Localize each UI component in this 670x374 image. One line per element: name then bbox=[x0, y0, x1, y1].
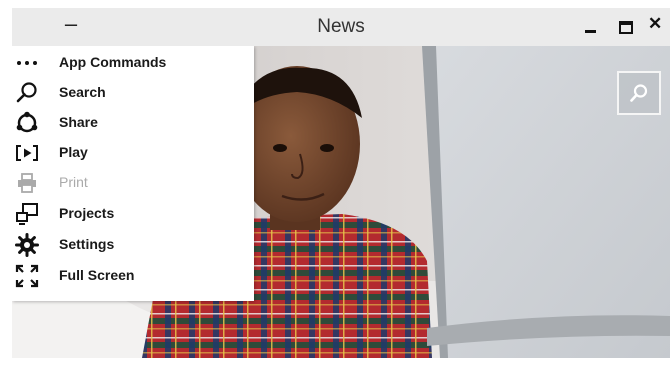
menu-item-label: Search bbox=[59, 84, 106, 100]
menu-item-label: Settings bbox=[59, 236, 115, 252]
share-icon bbox=[16, 111, 38, 133]
window-title: News bbox=[317, 16, 365, 37]
menu-item-label: Play bbox=[59, 144, 88, 160]
title-bar: – News ✕ bbox=[12, 8, 670, 46]
minimize-button[interactable] bbox=[578, 11, 604, 41]
menu-item-label: App Commands bbox=[59, 54, 167, 70]
menu-item-search[interactable]: Search bbox=[12, 78, 254, 108]
search-icon bbox=[630, 84, 648, 102]
menu-item-label: Print bbox=[59, 174, 88, 190]
projects-icon bbox=[16, 203, 38, 225]
article-content: App Commands Search Share Play Print Pro… bbox=[12, 46, 670, 358]
play-icon bbox=[16, 145, 38, 161]
search-button[interactable] bbox=[617, 71, 661, 115]
fullscreen-icon bbox=[15, 264, 39, 288]
gear-icon bbox=[15, 233, 39, 257]
more-dots-icon bbox=[17, 61, 37, 65]
menu-item-full-screen[interactable]: Full Screen bbox=[12, 261, 254, 291]
menu-item-projects[interactable]: Projects bbox=[12, 199, 254, 229]
menu-item-label: Full Screen bbox=[59, 267, 135, 283]
app-bar-menu: App Commands Search Share Play Print Pro… bbox=[12, 46, 254, 301]
menu-item-app-commands[interactable]: App Commands bbox=[12, 48, 254, 78]
close-icon: ✕ bbox=[648, 14, 663, 33]
news-app-window: – News ✕ App Commands Search Share Play … bbox=[12, 8, 670, 358]
menu-item-play[interactable]: Play bbox=[12, 138, 254, 168]
menu-item-label: Projects bbox=[59, 205, 115, 221]
search-icon bbox=[16, 82, 37, 103]
close-button[interactable]: ✕ bbox=[648, 14, 670, 40]
maximize-button[interactable] bbox=[612, 11, 638, 41]
menu-item-print[interactable]: Print bbox=[12, 168, 254, 198]
menu-item-label: Share bbox=[59, 114, 98, 130]
menu-item-share[interactable]: Share bbox=[12, 108, 254, 138]
menu-item-settings[interactable]: Settings bbox=[12, 230, 254, 260]
print-icon bbox=[18, 173, 36, 193]
